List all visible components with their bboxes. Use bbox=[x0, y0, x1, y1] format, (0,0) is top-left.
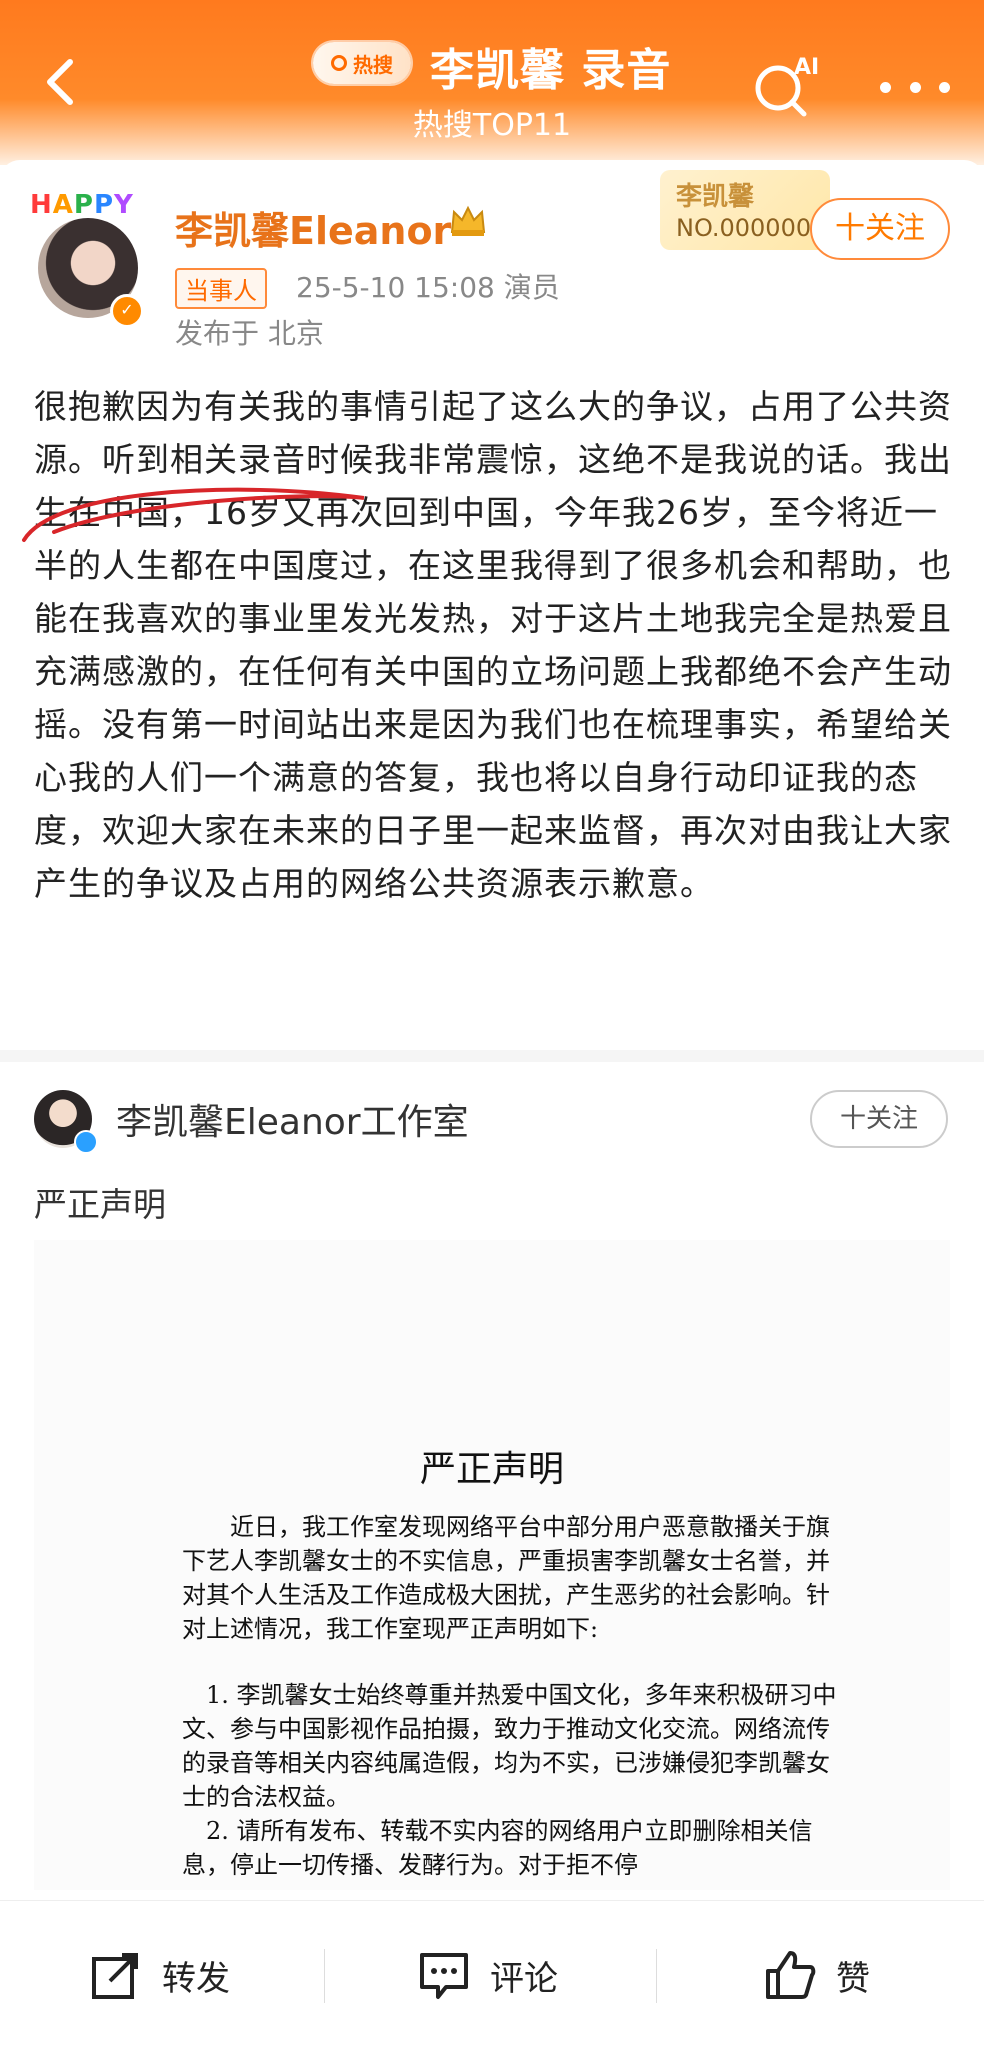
page-subtitle: 热搜TOP11 bbox=[412, 108, 572, 143]
separator bbox=[324, 1949, 325, 2003]
statement-title: 严正声明 bbox=[419, 1449, 564, 1490]
header: 热搜 李凯馨 录音 热搜TOP11 AI bbox=[0, 0, 984, 165]
repost-label: 转发 bbox=[162, 1958, 230, 1999]
annotation-circle bbox=[22, 487, 365, 542]
verified-icon: ✓ bbox=[110, 294, 144, 328]
hot-label: 热搜 bbox=[353, 52, 393, 77]
post-text: 很抱歉因为有关我的事情引起了这么大的争议，占用了公共资源。听到相关录音时候我非常… bbox=[34, 387, 952, 903]
hot-search-badge: 热搜 bbox=[313, 42, 411, 84]
post-username[interactable]: 李凯馨Eleanor bbox=[175, 200, 451, 255]
separator bbox=[656, 1949, 657, 2003]
repost-icon bbox=[92, 1953, 138, 1999]
statement-image[interactable]: 严正声明 近日，我工作室发现网络平台中部分用户恶意散播关于旗下艺人李凯馨女士的不… bbox=[34, 1240, 950, 1890]
studio-username[interactable]: 李凯馨Eleanor工作室 bbox=[116, 1093, 469, 1145]
happy-badge: HAPPY bbox=[30, 190, 134, 220]
statement-body: 近日，我工作室发现网络平台中部分用户恶意散播关于旗下艺人李凯馨女士的不实信息，严… bbox=[182, 1510, 848, 1882]
statement-paragraph: 近日，我工作室发现网络平台中部分用户恶意散播关于旗下艺人李凯馨女士的不实信息，严… bbox=[182, 1513, 830, 1643]
crown-icon bbox=[450, 205, 486, 236]
post-meta: 25-5-10 15:08 演员 bbox=[296, 271, 560, 304]
fan-card[interactable]: 李凯馨 NO.000000 bbox=[660, 170, 830, 250]
statement-paragraph: 2. 请所有发布、转载不实内容的网络用户立即删除相关信息，停止一切传播、发酵行为… bbox=[182, 1817, 813, 1879]
comment-button[interactable]: 评论 bbox=[416, 1945, 558, 2005]
more-icon[interactable] bbox=[880, 82, 950, 94]
party-tag: 当事人 bbox=[175, 268, 267, 309]
fan-card-number: NO.000000 bbox=[676, 214, 812, 242]
comment-icon bbox=[420, 1953, 468, 1999]
bottom-action-bar: 转发 评论 赞 bbox=[0, 1900, 984, 2049]
page-title: 李凯馨 录音 bbox=[430, 45, 672, 96]
comment-label: 评论 bbox=[490, 1958, 558, 1999]
fan-card-name: 李凯馨 bbox=[676, 182, 755, 212]
studio-follow-button[interactable]: 十关注 bbox=[810, 1090, 948, 1148]
studio-post-text: 严正声明 bbox=[34, 1185, 166, 1224]
ai-label: AI bbox=[794, 55, 819, 80]
ai-search-icon[interactable]: AI bbox=[750, 50, 820, 120]
post-location: 发布于 北京 bbox=[175, 317, 324, 350]
like-label: 赞 bbox=[836, 1958, 870, 1999]
user-avatar[interactable]: HAPPY ✓ bbox=[30, 190, 150, 328]
studio-verified-icon bbox=[74, 1130, 98, 1154]
like-button[interactable]: 赞 bbox=[762, 1945, 870, 2005]
search-icon bbox=[331, 55, 347, 71]
section-divider bbox=[0, 1050, 984, 1062]
statement-paragraph: 1. 李凯馨女士始终尊重并热爱中国文化，多年来积极研习中文、参与中国影视作品拍摄… bbox=[182, 1681, 837, 1811]
thumbs-up-icon bbox=[766, 1951, 816, 1999]
follow-button[interactable]: 十关注 bbox=[810, 198, 950, 260]
repost-button[interactable]: 转发 bbox=[88, 1945, 230, 2005]
